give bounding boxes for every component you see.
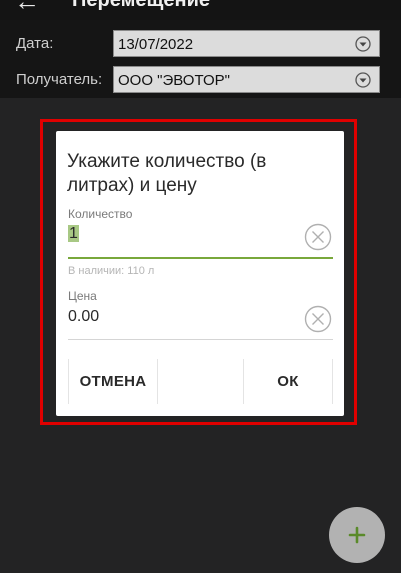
plus-icon: [348, 526, 366, 544]
cancel-button[interactable]: ОТМЕНА: [68, 359, 158, 404]
ok-button[interactable]: ОК: [243, 359, 333, 404]
quantity-underline: [68, 257, 333, 259]
chevron-down-icon: [355, 36, 371, 52]
recipient-row: Получатель: ООО "ЭВОТОР": [0, 66, 401, 94]
price-underline: [68, 339, 333, 340]
date-value: 13/07/2022: [118, 36, 194, 53]
transfer-form: Дата: 13/07/2022 Получатель: ООО "ЭВОТОР…: [0, 20, 401, 98]
recipient-label: Получатель:: [16, 71, 103, 88]
chevron-down-icon: [355, 72, 371, 88]
date-row: Дата: 13/07/2022: [0, 30, 401, 58]
date-label: Дата:: [16, 35, 54, 52]
quantity-field[interactable]: 1: [68, 224, 298, 244]
add-button[interactable]: [329, 507, 385, 563]
recipient-value: ООО "ЭВОТОР": [118, 72, 230, 89]
quantity-label: Количество: [68, 207, 133, 221]
page-title: Перемещение: [72, 0, 210, 11]
price-label: Цена: [68, 289, 97, 303]
app-bar: ← Перемещение: [0, 0, 401, 20]
price-field[interactable]: 0.00: [68, 307, 298, 327]
quantity-hint: В наличии: 110 л: [68, 265, 155, 277]
recipient-select[interactable]: ООО "ЭВОТОР": [113, 66, 380, 93]
dialog-title: Укажите количество (в литрах) и цену: [67, 151, 267, 196]
quantity-value: 1: [68, 225, 79, 242]
date-select[interactable]: 13/07/2022: [113, 30, 380, 57]
clear-icon[interactable]: [304, 223, 332, 251]
arrow-left-icon[interactable]: ←: [14, 0, 40, 14]
quantity-price-dialog: Укажите количество (в литрах) и цену Кол…: [56, 131, 344, 416]
clear-icon[interactable]: [304, 305, 332, 333]
